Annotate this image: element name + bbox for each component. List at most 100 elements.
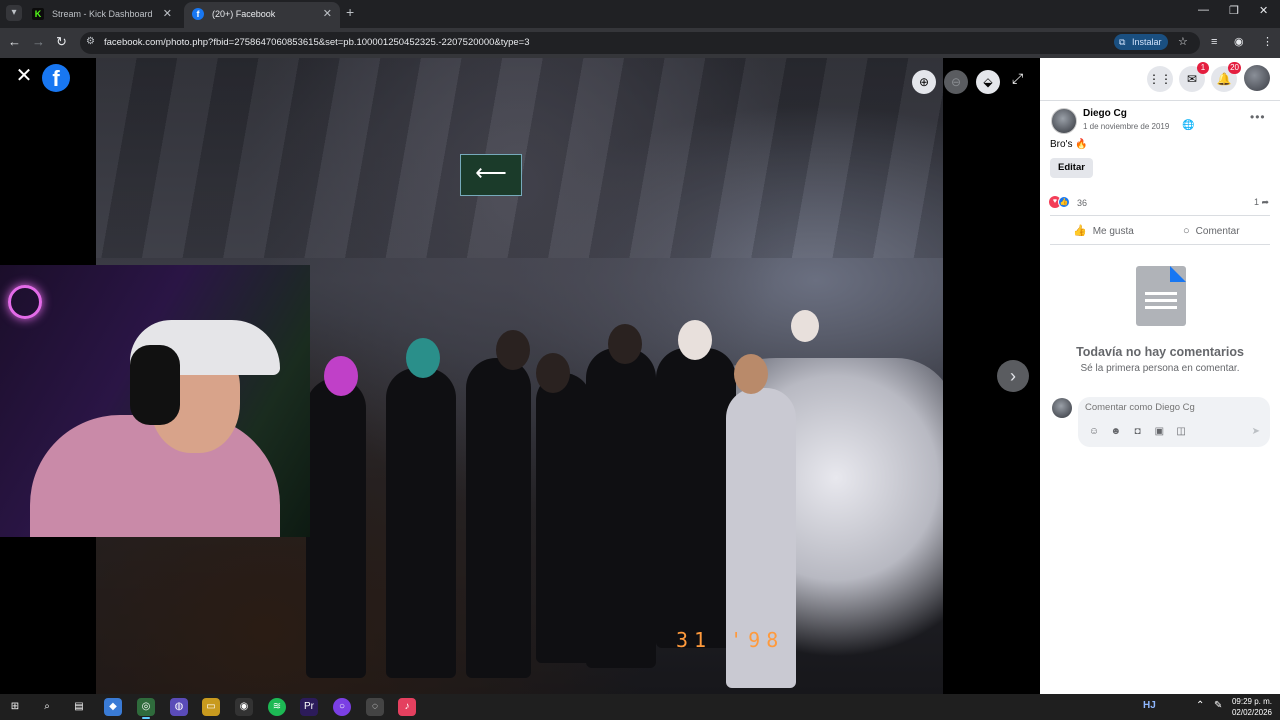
- tray-app-icon[interactable]: HJ: [1143, 700, 1156, 711]
- account-avatar[interactable]: [1244, 65, 1270, 91]
- reaction-count[interactable]: 36: [1077, 198, 1087, 208]
- person-head: [608, 324, 642, 364]
- tray-chevron-icon[interactable]: ⌃: [1196, 700, 1204, 711]
- mask-head: [791, 310, 819, 342]
- person-head: [734, 354, 768, 394]
- system-clock[interactable]: 09:29 p. m. 02/02/2026: [1228, 696, 1272, 718]
- task-view-icon[interactable]: ▤: [70, 698, 88, 716]
- sticker-icon[interactable]: ◫: [1173, 426, 1189, 437]
- composer-tools: ☺ ☻ ◘ ▣ ◫: [1086, 426, 1192, 437]
- install-label: Instalar: [1132, 37, 1162, 47]
- bookmark-star-icon[interactable]: ☆: [1178, 34, 1188, 50]
- chrome-icon[interactable]: ◎: [137, 698, 155, 719]
- new-tab-icon[interactable]: +: [346, 4, 354, 20]
- close-window-icon[interactable]: ✕: [1259, 4, 1268, 17]
- comment-button[interactable]: ○ Comentar: [1183, 222, 1240, 240]
- author-avatar[interactable]: [1051, 108, 1077, 134]
- back-icon[interactable]: ←: [8, 34, 21, 50]
- gif-icon[interactable]: ▣: [1151, 426, 1167, 437]
- zoom-in-icon[interactable]: ⊕: [912, 70, 936, 94]
- streamer-body: [30, 415, 280, 537]
- app-ring-icon[interactable]: ◌: [366, 698, 384, 716]
- close-tab-icon[interactable]: ✕: [323, 2, 332, 26]
- facebook-icon: f: [192, 8, 204, 20]
- person-figure: [536, 373, 591, 663]
- comment-composer[interactable]: ☺ ☻ ◘ ▣ ◫ ➤: [1078, 397, 1270, 447]
- comment-label: Comentar: [1195, 226, 1240, 237]
- photo-date-stamp: 31 '98: [676, 628, 785, 652]
- doc-line: [1145, 299, 1177, 302]
- person-figure: [386, 368, 456, 678]
- send-icon[interactable]: ➤: [1252, 426, 1260, 437]
- menu-grid-icon[interactable]: ⋮⋮: [1147, 66, 1173, 92]
- post-side-panel: ⋮⋮ ✉ 1 🔔 20 Diego Cg 1 de noviembre de 2…: [1040, 58, 1280, 694]
- webcam-overlay: [0, 265, 310, 537]
- divider: [1050, 244, 1270, 245]
- doc-line: [1145, 306, 1177, 309]
- fullscreen-icon[interactable]: ⤢: [1012, 70, 1023, 87]
- person-figure: [656, 348, 736, 648]
- browser-tab-bar: ▾ K Stream - Kick Dashboard ✕ f (20+) Fa…: [0, 0, 1280, 28]
- share-icon: ➦: [1261, 197, 1270, 207]
- next-photo-button[interactable]: ›: [997, 360, 1029, 392]
- tag-icon[interactable]: ⬙: [976, 70, 1000, 94]
- more-options-icon[interactable]: •••: [1250, 110, 1266, 124]
- like-button[interactable]: 👍 Me gusta: [1073, 222, 1134, 240]
- windows-start-icon[interactable]: ⊞: [6, 698, 24, 716]
- emoji-icon[interactable]: ☻: [1108, 426, 1124, 437]
- mask-head: [324, 356, 358, 396]
- search-icon[interactable]: ⌕: [38, 698, 56, 716]
- address-bar[interactable]: ⚙ facebook.com/photo.php?fbid=2758647060…: [80, 32, 1200, 54]
- app-circle-icon[interactable]: ○: [333, 698, 351, 716]
- edit-button[interactable]: Editar: [1050, 158, 1093, 178]
- profile-icon[interactable]: ◉: [1234, 34, 1244, 50]
- clock-date: 02/02/2026: [1231, 708, 1272, 717]
- person-figure: [586, 348, 656, 668]
- site-info-icon[interactable]: ⚙: [86, 36, 95, 47]
- alien-neon-icon: [8, 285, 42, 319]
- obs-icon[interactable]: ◉: [235, 698, 253, 716]
- tiktok-icon[interactable]: ♪: [398, 698, 416, 716]
- minimize-icon[interactable]: —: [1198, 4, 1209, 16]
- url-text[interactable]: facebook.com/photo.php?fbid=275864706085…: [104, 32, 530, 54]
- doc-corner: [1170, 266, 1186, 282]
- zoom-out-icon[interactable]: ⊖: [944, 70, 968, 94]
- clock-time: 09:29 p. m.: [1231, 697, 1272, 706]
- media-controls-icon[interactable]: ≡: [1211, 34, 1217, 50]
- premiere-icon[interactable]: Pr: [300, 698, 318, 716]
- author-name[interactable]: Diego Cg: [1083, 108, 1127, 119]
- share-count[interactable]: 1 ➦: [1254, 197, 1269, 208]
- messenger-icon[interactable]: ✉ 1: [1179, 62, 1209, 92]
- copilot-icon[interactable]: ◆: [104, 698, 122, 716]
- spotify-icon[interactable]: ≋: [268, 698, 286, 716]
- comment-input[interactable]: [1085, 402, 1255, 413]
- discord-icon[interactable]: ◍: [170, 698, 188, 716]
- public-globe-icon[interactable]: 🌐: [1182, 120, 1194, 131]
- headphones-icon: [130, 345, 180, 425]
- install-icon: ⧉: [1119, 37, 1126, 47]
- forward-icon[interactable]: →: [32, 34, 45, 50]
- tab-search-icon[interactable]: ▾: [6, 5, 22, 21]
- tab-facebook[interactable]: f (20+) Facebook ✕: [184, 2, 340, 28]
- mask-head: [406, 338, 440, 378]
- thumbs-up-icon: 👍: [1073, 225, 1087, 237]
- tab-kick-dashboard[interactable]: K Stream - Kick Dashboard ✕: [24, 2, 180, 28]
- pen-icon[interactable]: ✎: [1214, 700, 1222, 711]
- install-app-button[interactable]: ⧉ Instalar: [1114, 34, 1168, 50]
- camera-icon[interactable]: ◘: [1130, 426, 1146, 437]
- divider: [1050, 215, 1270, 216]
- avatar-sticker-icon[interactable]: ☺: [1086, 426, 1102, 437]
- photo-viewer: ✕ f ⟵ 31 '98 ⊕ ⊖ ⬙ ⤢ ›: [0, 58, 1040, 694]
- chrome-menu-icon[interactable]: ⋮: [1262, 34, 1273, 50]
- close-icon[interactable]: ✕: [14, 66, 34, 86]
- person-figure: [466, 358, 531, 678]
- file-explorer-icon[interactable]: ▭: [202, 698, 220, 716]
- facebook-logo-icon[interactable]: f: [42, 64, 70, 92]
- commenter-avatar[interactable]: [1052, 398, 1072, 418]
- notifications-icon[interactable]: 🔔 20: [1211, 62, 1241, 92]
- post-date[interactable]: 1 de noviembre de 2019: [1083, 122, 1169, 131]
- no-comments-subtitle: Sé la primera persona en comentar.: [1080, 363, 1240, 374]
- reload-icon[interactable]: ↻: [56, 34, 67, 50]
- restore-icon[interactable]: ❐: [1229, 4, 1239, 17]
- close-tab-icon[interactable]: ✕: [163, 2, 172, 26]
